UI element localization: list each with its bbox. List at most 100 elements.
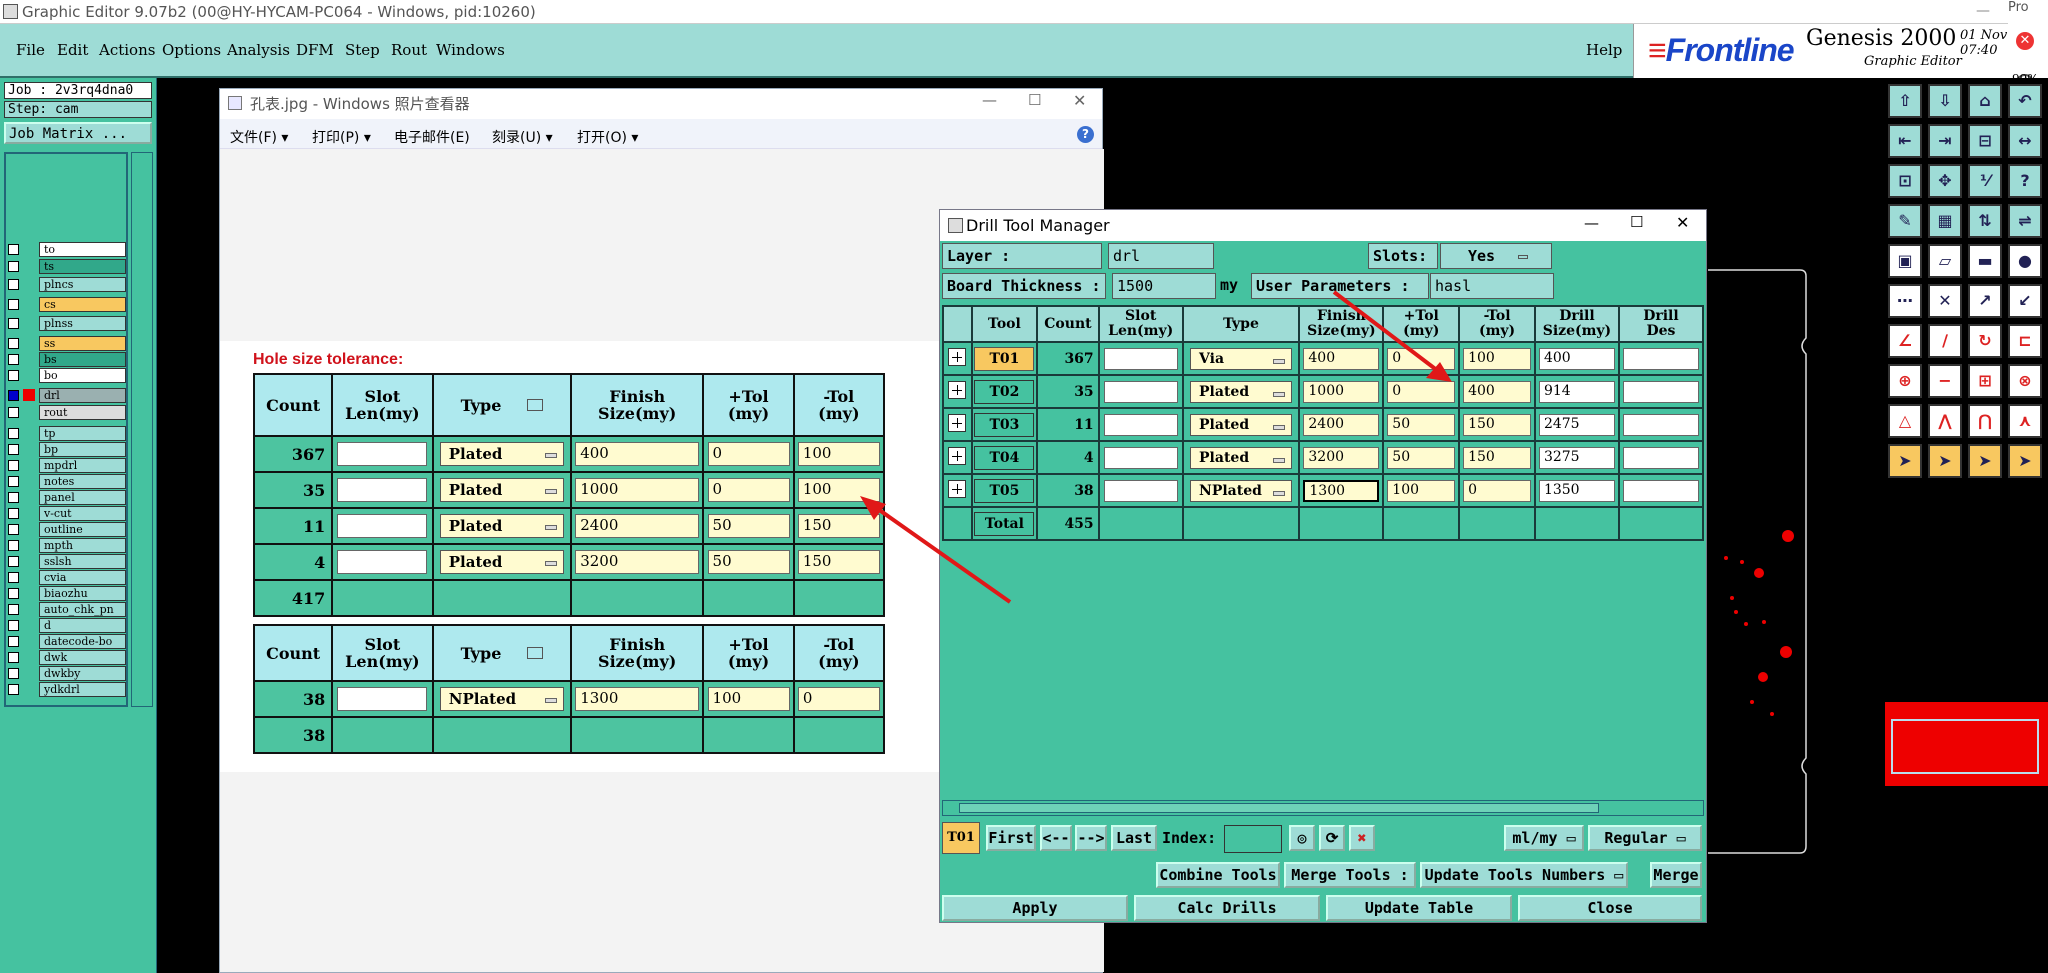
- menu-file[interactable]: File: [16, 41, 45, 59]
- dtm-close-icon[interactable]: ✕: [1676, 213, 1689, 232]
- slot-input[interactable]: [1103, 347, 1178, 370]
- layer-checkbox[interactable]: [8, 556, 19, 567]
- delete-icon[interactable]: ✖: [1349, 825, 1375, 851]
- ptol-input[interactable]: 100: [707, 687, 790, 711]
- pan-icon[interactable]: ✥: [1928, 164, 1962, 198]
- layer-row[interactable]: plncs: [6, 277, 126, 292]
- type-dropdown[interactable]: Plated: [1190, 446, 1293, 469]
- layer-row[interactable]: dwk: [6, 650, 126, 665]
- slot-input[interactable]: [337, 514, 428, 538]
- slot-input[interactable]: [1103, 479, 1178, 502]
- type-dropdown[interactable]: Plated: [439, 442, 564, 466]
- finish-input[interactable]: 2400: [575, 514, 700, 538]
- group-icon[interactable]: ⊗: [2008, 364, 2042, 398]
- search-icon[interactable]: ◎: [1289, 825, 1315, 851]
- drill-icon[interactable]: △: [1888, 404, 1922, 438]
- layer-checkbox[interactable]: [8, 604, 19, 615]
- drill-size-input[interactable]: 3275: [1538, 446, 1615, 469]
- photo-menu-burn[interactable]: 刻录(U) ▾: [492, 127, 553, 147]
- layer-checkbox[interactable]: [8, 261, 19, 272]
- grid-icon[interactable]: ▦: [1928, 204, 1962, 238]
- ptol-input[interactable]: 50: [707, 514, 790, 538]
- layer-checkbox[interactable]: [8, 572, 19, 583]
- menu-help[interactable]: Help: [1586, 41, 1622, 59]
- drill-des-input[interactable]: [1622, 413, 1699, 436]
- save-icon[interactable]: ⇩: [1928, 84, 1962, 118]
- pad-icon[interactable]: ▣: [1888, 244, 1922, 278]
- close-button[interactable]: Close: [1518, 895, 1702, 921]
- layer-checkbox[interactable]: [8, 508, 19, 519]
- select-icon[interactable]: ➤: [1928, 444, 1962, 478]
- drill-size-input[interactable]: 400: [1538, 347, 1615, 370]
- move-right-icon[interactable]: ⇥: [1928, 124, 1962, 158]
- finish-input[interactable]: 3200: [575, 550, 700, 574]
- mtol-input[interactable]: 100: [797, 442, 880, 466]
- layer-row[interactable]: panel: [6, 490, 126, 505]
- layer-row[interactable]: datecode-bo: [6, 634, 126, 649]
- photo-menu-open[interactable]: 打开(O) ▾: [577, 127, 638, 147]
- merge-button[interactable]: Merge: [1650, 862, 1702, 888]
- layer-checkbox[interactable]: [8, 244, 19, 255]
- ptol-input[interactable]: 0: [1387, 380, 1456, 403]
- type-dropdown[interactable]: Plated: [1190, 413, 1293, 436]
- ramp-icon[interactable]: ⋏: [2008, 404, 2042, 438]
- dtm-maximize-icon[interactable]: ☐: [1630, 213, 1643, 231]
- layer-row[interactable]: d: [6, 618, 126, 633]
- layer-row[interactable]: to: [6, 242, 126, 257]
- layer-checkbox[interactable]: [8, 318, 19, 329]
- layer-row[interactable]: bp: [6, 442, 126, 457]
- ptol-input[interactable]: 0: [707, 478, 790, 502]
- line-icon[interactable]: ▱: [1928, 244, 1962, 278]
- menu-actions[interactable]: Actions: [99, 41, 155, 59]
- scroll-thumb[interactable]: [959, 803, 1599, 813]
- finish-input[interactable]: 400: [1303, 347, 1380, 370]
- layer-row[interactable]: sslsh: [6, 554, 126, 569]
- type-dropdown[interactable]: NPlated: [1190, 479, 1293, 502]
- layer-row[interactable]: plnss: [6, 316, 126, 331]
- align-icon[interactable]: ⊏: [2008, 324, 2042, 358]
- horizontal-scrollbar[interactable]: [942, 800, 1704, 816]
- units-select[interactable]: ml/my ▭: [1504, 825, 1584, 851]
- slot-input[interactable]: [1103, 380, 1178, 403]
- help-icon[interactable]: ?: [2008, 164, 2042, 198]
- slot-input[interactable]: [337, 442, 428, 466]
- ptol-input[interactable]: 50: [707, 550, 790, 574]
- circle-icon[interactable]: ●: [2008, 244, 2042, 278]
- slot-input[interactable]: [1103, 413, 1178, 436]
- layer-checkbox[interactable]: [8, 668, 19, 679]
- tool-button[interactable]: T05: [974, 478, 1035, 503]
- dtm-minimize-icon[interactable]: —: [1584, 214, 1599, 232]
- board-thickness-input[interactable]: 1500: [1112, 273, 1216, 299]
- menu-dfm[interactable]: DFM: [296, 41, 334, 59]
- shift-icon[interactable]: ↔: [2008, 124, 2042, 158]
- layer-checkbox[interactable]: [8, 636, 19, 647]
- tool-button[interactable]: T03: [974, 412, 1035, 437]
- mtol-input[interactable]: 150: [797, 550, 880, 574]
- layer-row[interactable]: biaozhu: [6, 586, 126, 601]
- drill-des-input[interactable]: [1622, 479, 1699, 502]
- apply-button[interactable]: Apply: [942, 895, 1128, 921]
- layer-row[interactable]: outline: [6, 522, 126, 537]
- frame-icon[interactable]: ⊞: [1968, 364, 2002, 398]
- drill-size-input[interactable]: 2475: [1538, 413, 1615, 436]
- layer-row[interactable]: bo: [6, 368, 126, 383]
- node-icon[interactable]: ⋯: [1888, 284, 1922, 318]
- mark-icon[interactable]: ⊕: [1888, 364, 1922, 398]
- user-params-input[interactable]: hasl: [1430, 273, 1554, 299]
- ptol-input[interactable]: 0: [1387, 347, 1456, 370]
- layer-checkbox[interactable]: [8, 620, 19, 631]
- menu-step[interactable]: Step: [345, 41, 380, 59]
- photo-minimize-icon[interactable]: —: [982, 91, 997, 109]
- drill-size-input[interactable]: 914: [1538, 380, 1615, 403]
- calc-drills-button[interactable]: Calc Drills: [1134, 895, 1320, 921]
- tool-button[interactable]: T01: [974, 346, 1035, 371]
- mode-select[interactable]: Regular ▭: [1588, 825, 1702, 851]
- index-input[interactable]: [1224, 825, 1282, 853]
- ptol-input[interactable]: 0: [707, 442, 790, 466]
- layer-checkbox[interactable]: [8, 299, 19, 310]
- layer-row[interactable]: cs: [6, 297, 126, 312]
- layer-row[interactable]: dwkby: [6, 666, 126, 681]
- layer-checkbox[interactable]: [8, 354, 19, 365]
- help-icon[interactable]: ?: [1077, 126, 1094, 143]
- multi-icon[interactable]: ➤: [2008, 444, 2042, 478]
